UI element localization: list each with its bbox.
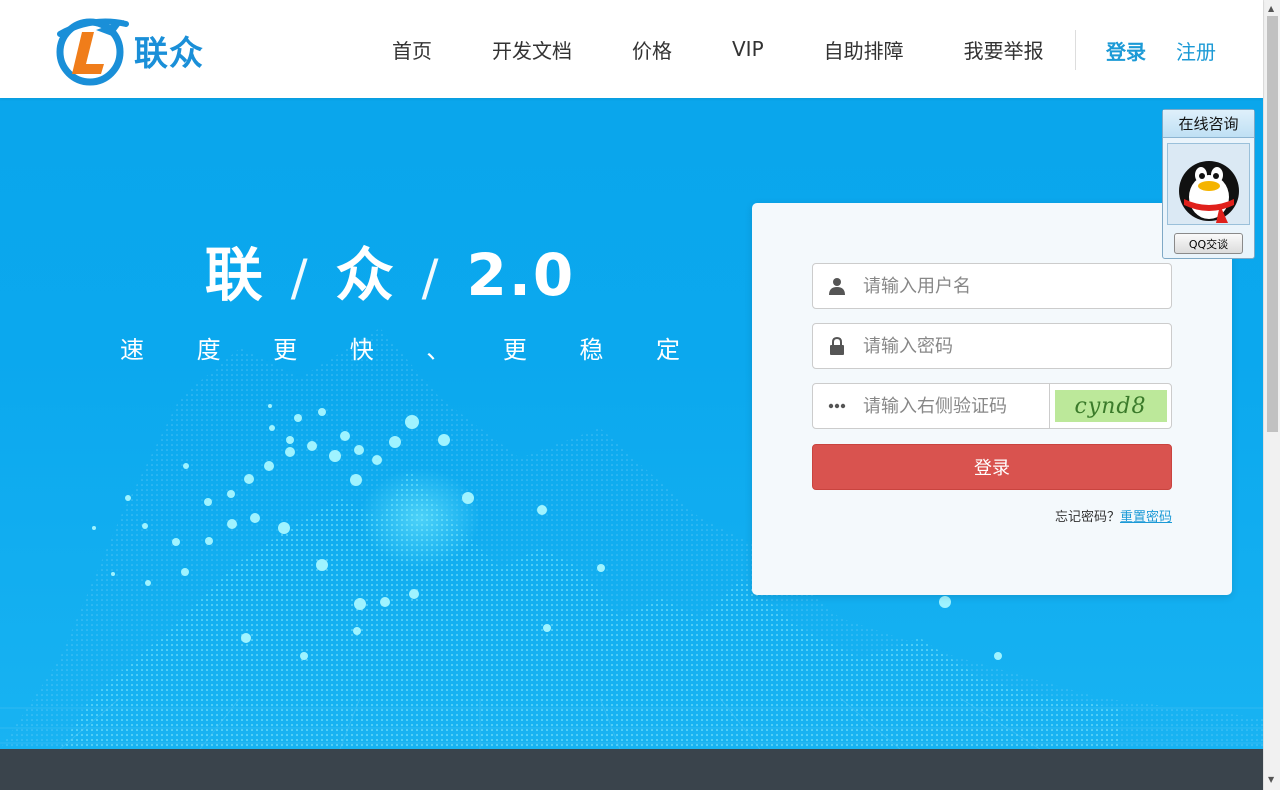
- page: 联众 首页 开发文档 价格 VIP 自助排障 我要举报 登录 注册 联 / 众 …: [0, 0, 1280, 790]
- tagline-char: 快: [349, 336, 374, 364]
- main-nav: 首页 开发文档 价格 VIP 自助排障 我要举报: [362, 0, 1074, 98]
- tagline-char: 更: [273, 336, 298, 364]
- scroll-down-arrow-icon[interactable]: ▼: [1268, 775, 1274, 784]
- qq-chat-button[interactable]: QQ交谈: [1174, 233, 1243, 254]
- nav-item-report[interactable]: 我要举报: [964, 35, 1044, 64]
- headline-separator: /: [421, 249, 441, 307]
- user-icon: [813, 264, 861, 308]
- nav-divider: [1075, 30, 1076, 70]
- headline-part-2: 众: [335, 241, 396, 309]
- nav-item-docs[interactable]: 开发文档: [492, 35, 572, 64]
- captcha-container: cynd8: [1049, 384, 1171, 428]
- tagline-char: 度: [196, 336, 221, 364]
- qq-widget-title: 在线咨询: [1163, 110, 1254, 138]
- password-field: [812, 323, 1172, 369]
- forgot-password-row: 忘记密码？重置密码: [1055, 506, 1172, 525]
- headline-part-1: 联: [204, 241, 265, 309]
- password-input[interactable]: [861, 324, 1171, 368]
- headline-version: 2.0: [466, 241, 576, 309]
- captcha-input[interactable]: [861, 384, 1051, 428]
- nav-item-home[interactable]: 首页: [392, 35, 432, 64]
- hero-headline: 联 / 众 / 2.0: [140, 228, 640, 312]
- scroll-up-arrow-icon[interactable]: ▲: [1268, 4, 1274, 13]
- site-header: 联众 首页 开发文档 价格 VIP 自助排障 我要举报 登录 注册: [0, 0, 1263, 98]
- headline-separator: /: [290, 249, 310, 307]
- captcha-image[interactable]: cynd8: [1054, 390, 1167, 422]
- login-submit-button[interactable]: 登录: [812, 444, 1172, 490]
- forgot-password-text: 忘记密码？: [1054, 510, 1120, 525]
- tagline-char: 定: [655, 336, 680, 364]
- login-card: cynd8 登录 忘记密码？重置密码: [752, 203, 1232, 595]
- hero-banner: 联 / 众 / 2.0 速 度 更 快 、 更 稳 定 请输入用户名 请输入右侧验证…: [0, 98, 1263, 749]
- qq-consult-widget: 在线咨询 QQ交谈: [1162, 109, 1255, 259]
- logo-mark-icon: [56, 18, 129, 86]
- captcha-field: cynd8: [812, 383, 1172, 429]
- brand-logo[interactable]: 联众: [52, 14, 222, 86]
- tagline-char: 、: [426, 336, 451, 364]
- scroll-thumb[interactable]: [1267, 16, 1278, 432]
- tagline-char: 稳: [579, 336, 604, 364]
- ellipsis-icon: [813, 384, 861, 428]
- nav-item-pricing[interactable]: 价格: [632, 35, 672, 64]
- hero-tagline: 速 度 更 快 、 更 稳 定: [120, 330, 680, 365]
- tagline-char: 更: [502, 336, 527, 364]
- tagline-char: 速: [120, 336, 144, 364]
- username-field: [812, 263, 1172, 309]
- header-login-link[interactable]: 登录: [1106, 36, 1146, 65]
- nav-item-troubleshoot[interactable]: 自助排障: [824, 35, 904, 64]
- nav-item-vip[interactable]: VIP: [732, 37, 764, 61]
- footer-band: [0, 749, 1263, 790]
- reset-password-link[interactable]: 重置密码: [1120, 510, 1172, 525]
- page-scrollbar[interactable]: ▲ ▼: [1263, 0, 1280, 790]
- lock-icon: [813, 324, 861, 368]
- header-register-link[interactable]: 注册: [1176, 36, 1216, 65]
- qq-penguin-icon[interactable]: [1167, 143, 1250, 225]
- username-input[interactable]: [861, 264, 1171, 308]
- logo-text: 联众: [134, 33, 204, 74]
